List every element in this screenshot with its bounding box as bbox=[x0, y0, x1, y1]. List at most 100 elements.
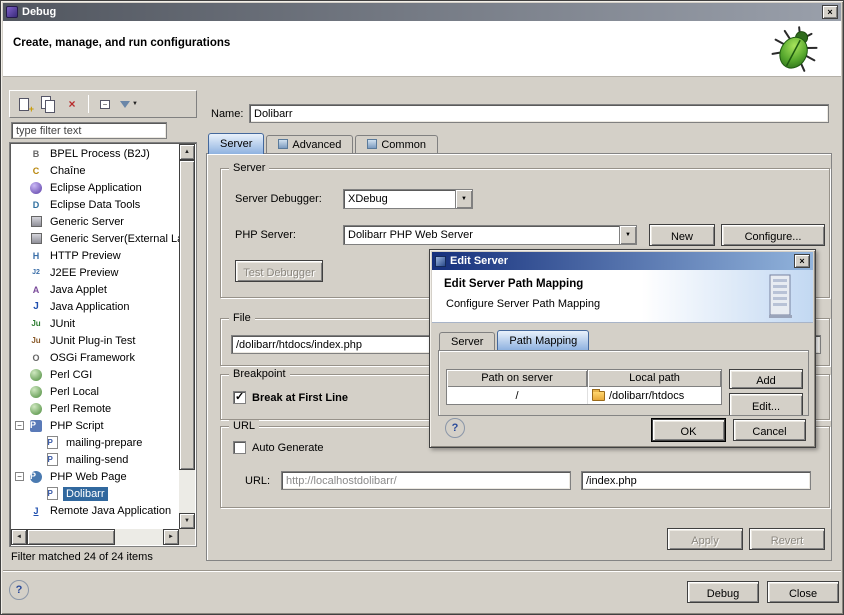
tree-item-generic-server[interactable]: Generic Server bbox=[11, 213, 179, 230]
table-row[interactable]: / /dolibarr/htdocs bbox=[447, 387, 721, 404]
window-titlebar: Debug × bbox=[3, 3, 841, 21]
tree-item-java-application[interactable]: Java Application bbox=[11, 298, 179, 315]
delete-configuration-button[interactable]: × bbox=[61, 94, 83, 114]
tree-item-php-script[interactable]: − PHP Script bbox=[11, 417, 179, 434]
perl-icon bbox=[30, 386, 42, 398]
help-icon: ? bbox=[16, 584, 23, 596]
data-tools-icon bbox=[29, 198, 43, 211]
tree-item-label: PHP Script bbox=[47, 419, 107, 433]
dropdown-arrow-icon: ▼ bbox=[132, 101, 138, 107]
tab-path-mapping[interactable]: Path Mapping bbox=[497, 330, 589, 350]
url-path-input[interactable] bbox=[581, 471, 811, 490]
tab-advanced[interactable]: Advanced bbox=[266, 135, 353, 154]
server-debugger-select[interactable]: XDebug ▼ bbox=[343, 189, 473, 209]
filter-input[interactable] bbox=[11, 122, 167, 139]
chevron-down-icon[interactable]: ▼ bbox=[619, 226, 636, 244]
tree-item-junit-plugin-test[interactable]: JUnit Plug-in Test bbox=[11, 332, 179, 349]
auto-generate-checkbox[interactable] bbox=[233, 441, 246, 454]
scroll-up-icon[interactable]: ▲ bbox=[179, 144, 195, 160]
tree-item-label: JUnit bbox=[47, 317, 78, 331]
tree-item-label: Dolibarr bbox=[63, 487, 108, 501]
tree-item-label: BPEL Process (B2J) bbox=[47, 147, 153, 161]
help-button[interactable]: ? bbox=[9, 580, 29, 600]
scroll-right-icon[interactable]: ► bbox=[163, 529, 179, 545]
tree-vertical-scrollbar[interactable]: ▲ ▼ bbox=[179, 144, 195, 529]
scroll-left-icon[interactable]: ◄ bbox=[11, 529, 27, 545]
path-mapping-table: Path on server Local path / /dolibarr/ht… bbox=[446, 369, 722, 405]
tree-item-perl-cgi[interactable]: Perl CGI bbox=[11, 366, 179, 383]
column-header-path-on-server[interactable]: Path on server bbox=[447, 370, 588, 387]
scrollbar-corner bbox=[179, 529, 195, 545]
collapse-expander-icon[interactable]: − bbox=[15, 472, 24, 481]
collapse-expander-icon[interactable]: − bbox=[15, 421, 24, 430]
tree-item-mailing-prepare[interactable]: mailing-prepare bbox=[11, 434, 179, 451]
tree-item-bpel-process[interactable]: BPEL Process (B2J) bbox=[11, 145, 179, 162]
dialog-help-button[interactable]: ? bbox=[445, 418, 465, 438]
break-first-line-checkbox[interactable]: ✓ bbox=[233, 391, 246, 404]
tree-item-eclipse-data-tools[interactable]: Eclipse Data Tools bbox=[11, 196, 179, 213]
tab-label: Advanced bbox=[292, 139, 341, 151]
server-icon bbox=[31, 216, 42, 227]
tree-item-perl-local[interactable]: Perl Local bbox=[11, 383, 179, 400]
tab-server-settings[interactable]: Server bbox=[439, 332, 495, 350]
collapse-all-icon: − bbox=[100, 100, 110, 109]
tab-label: Server bbox=[451, 336, 483, 348]
scroll-down-icon[interactable]: ▼ bbox=[179, 513, 195, 529]
horizontal-scroll-thumb[interactable] bbox=[27, 529, 115, 545]
debug-button[interactable]: Debug bbox=[687, 581, 759, 603]
php-file-icon bbox=[47, 453, 58, 466]
tab-common[interactable]: Common bbox=[355, 135, 438, 154]
test-debugger-button[interactable]: Test Debugger bbox=[235, 260, 323, 282]
add-mapping-button[interactable]: Add bbox=[729, 369, 803, 389]
configure-server-button[interactable]: Configure... bbox=[721, 224, 825, 246]
help-icon: ? bbox=[452, 422, 459, 434]
tree-horizontal-scrollbar[interactable]: ◄ ► bbox=[11, 529, 179, 545]
tree-item-java-applet[interactable]: Java Applet bbox=[11, 281, 179, 298]
php-web-icon bbox=[30, 471, 42, 483]
window-close-button[interactable]: × bbox=[822, 5, 838, 19]
tree-item-j2ee-preview[interactable]: J2EE Preview bbox=[11, 264, 179, 281]
check-icon: ✓ bbox=[235, 390, 244, 403]
url-base-input[interactable] bbox=[281, 471, 571, 490]
tab-server[interactable]: Server bbox=[208, 133, 264, 154]
tree-item-perl-remote[interactable]: Perl Remote bbox=[11, 400, 179, 417]
tree-item-dolibarr[interactable]: Dolibarr bbox=[11, 485, 179, 502]
dialog-header: Create, manage, and run configurations bbox=[3, 21, 841, 77]
tree-item-chaine[interactable]: Chaîne bbox=[11, 162, 179, 179]
server-group-title: Server bbox=[229, 162, 269, 174]
tree-item-php-web-page[interactable]: −PHP Web Page bbox=[11, 468, 179, 485]
edit-mapping-button[interactable]: Edit... bbox=[729, 393, 803, 416]
revert-button[interactable]: Revert bbox=[749, 528, 825, 550]
chevron-down-icon[interactable]: ▼ bbox=[455, 190, 472, 208]
column-header-local-path[interactable]: Local path bbox=[588, 370, 721, 387]
duplicate-configuration-button[interactable] bbox=[37, 94, 59, 114]
tree-item-remote-java-application[interactable]: Remote Java Application bbox=[11, 502, 179, 519]
collapse-all-button[interactable]: − bbox=[94, 94, 116, 114]
chain-icon bbox=[29, 164, 43, 177]
cancel-button[interactable]: Cancel bbox=[733, 419, 806, 441]
tree-item-label: Java Applet bbox=[47, 283, 110, 297]
filter-menu-button[interactable]: ▼ bbox=[118, 94, 140, 114]
bug-icon bbox=[765, 23, 825, 75]
php-icon bbox=[30, 420, 42, 432]
auto-generate-label: Auto Generate bbox=[252, 442, 324, 454]
php-server-select[interactable]: Dolibarr PHP Web Server ▼ bbox=[343, 225, 637, 245]
name-input[interactable] bbox=[249, 104, 829, 123]
tree-item-osgi-framework[interactable]: OSGi Framework bbox=[11, 349, 179, 366]
close-button[interactable]: Close bbox=[767, 581, 839, 603]
tree-item-label: Generic Server bbox=[47, 215, 127, 229]
edit-server-subheading: Configure Server Path Mapping bbox=[446, 298, 600, 310]
tree-item-mailing-send[interactable]: mailing-send bbox=[11, 451, 179, 468]
delete-icon: × bbox=[68, 97, 75, 111]
tree-item-generic-server-external[interactable]: Generic Server(External La bbox=[11, 230, 179, 247]
vertical-scroll-thumb[interactable] bbox=[179, 160, 195, 470]
apply-button[interactable]: Apply bbox=[667, 528, 743, 550]
ok-button[interactable]: OK bbox=[652, 419, 725, 441]
tree-item-eclipse-application[interactable]: Eclipse Application bbox=[11, 179, 179, 196]
edit-server-close-button[interactable]: × bbox=[794, 254, 810, 268]
new-configuration-button[interactable]: + bbox=[13, 94, 35, 114]
tree-item-junit[interactable]: JUnit bbox=[11, 315, 179, 332]
new-server-button[interactable]: New bbox=[649, 224, 715, 246]
page-title: Create, manage, and run configurations bbox=[13, 37, 230, 49]
tree-item-http-preview[interactable]: HTTP Preview bbox=[11, 247, 179, 264]
